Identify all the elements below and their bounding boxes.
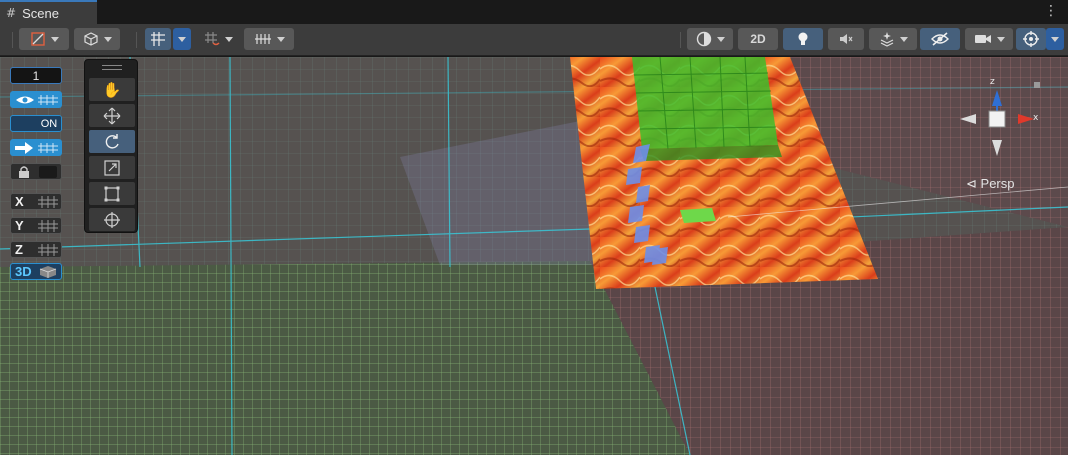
effects-dropdown[interactable] — [869, 28, 917, 50]
grid-size-field[interactable]: 1 — [10, 67, 62, 84]
chevron-down-icon — [50, 36, 59, 42]
more-options-icon[interactable]: ⋮ — [1044, 3, 1058, 19]
gizmos-dropdown[interactable] — [1046, 28, 1064, 50]
persp-text: Persp — [980, 176, 1015, 191]
scene-viewport[interactable]: 1 ON X Y Z 3D ✋ z x ⊲ Persp — [0, 57, 1068, 455]
axis-x-label: X — [15, 194, 24, 209]
grid-snap-toggle[interactable] — [145, 28, 171, 50]
scene-object-dropdown[interactable] — [74, 28, 120, 50]
camera-dropdown[interactable] — [965, 28, 1013, 50]
gizmo-icon — [1023, 31, 1039, 47]
audio-mute-icon — [840, 34, 853, 44]
projection-label[interactable]: ⊲ Persp — [966, 176, 1015, 192]
cube-icon — [83, 32, 98, 46]
toolbar-divider — [136, 32, 137, 48]
3d-mode-toggle[interactable]: 3D — [10, 263, 62, 280]
3d-label: 3D — [15, 264, 32, 279]
transform-tool[interactable] — [89, 208, 135, 231]
toolbar-divider — [12, 32, 13, 48]
neg-x-cone — [960, 114, 976, 124]
chevron-down-icon — [224, 36, 233, 42]
axis-y-toggle[interactable]: Y — [10, 217, 62, 234]
increment-snap-icon — [204, 32, 220, 46]
eye-grid-icon — [16, 94, 58, 105]
visibility-toggle[interactable] — [920, 28, 960, 50]
lightbulb-icon — [798, 32, 808, 45]
transform-icon — [104, 211, 120, 228]
on-label: ON — [37, 116, 61, 131]
chevron-down-icon — [276, 36, 285, 42]
shading-sphere-icon — [696, 31, 711, 47]
hand-tool[interactable]: ✋ — [89, 78, 135, 101]
rect-tool[interactable] — [89, 182, 135, 205]
arrow-grid-icon — [15, 141, 58, 154]
cube-grid-icon — [39, 265, 57, 278]
snap-on-toggle[interactable]: ON — [10, 115, 62, 132]
hand-icon: ✋ — [102, 80, 122, 99]
lock-icon — [19, 165, 57, 178]
z-axis-cone — [992, 90, 1002, 106]
grid-snap-icon — [151, 32, 165, 46]
grid-icon — [38, 243, 58, 256]
drag-handle[interactable] — [102, 65, 122, 70]
2d-label: 2D — [750, 32, 766, 46]
scale-icon — [104, 159, 120, 176]
grid-visibility-toggle[interactable] — [10, 91, 62, 108]
camera-icon — [974, 35, 991, 43]
neg-z-cube — [1034, 82, 1040, 88]
tab-scene[interactable]: # Scene — [0, 0, 97, 24]
rotate-icon — [105, 133, 119, 149]
scene-toolbar: 2D — [0, 24, 1068, 56]
toolbar-divider — [680, 32, 681, 48]
scene-render — [0, 57, 1068, 455]
x-axis-cone — [1018, 114, 1034, 124]
hash-icon: # — [6, 6, 17, 20]
rotate-tool[interactable] — [89, 130, 135, 153]
scale-tool[interactable] — [89, 156, 135, 179]
gizmo-z-label: z — [990, 77, 995, 87]
gizmo-x-label: x — [1033, 113, 1039, 123]
tools-panel: ✋ — [84, 59, 138, 233]
grid-icon — [38, 195, 58, 208]
lighting-toggle[interactable] — [783, 28, 823, 50]
chevron-down-icon — [103, 36, 112, 42]
axis-x-toggle[interactable]: X — [10, 193, 62, 210]
grid-ruler-dropdown[interactable] — [244, 28, 294, 50]
neg-y-cone — [992, 140, 1002, 156]
persp-arrow-icon: ⊲ — [966, 176, 977, 191]
grid-lock-toggle[interactable] — [10, 163, 62, 180]
tab-bar: # Scene ⋮ — [0, 0, 1068, 24]
chevron-down-icon — [716, 36, 725, 42]
grid-move-toggle[interactable] — [10, 139, 62, 156]
grid-icon — [38, 219, 58, 232]
rect-transform-icon — [104, 186, 120, 201]
axis-z-toggle[interactable]: Z — [10, 241, 62, 258]
chevron-down-icon — [1051, 36, 1059, 42]
hidden-eye-icon — [931, 32, 949, 46]
move-arrows-icon — [103, 107, 121, 124]
grid-size-value: 1 — [32, 68, 40, 83]
audio-toggle[interactable] — [828, 28, 864, 50]
increment-snap-dropdown[interactable] — [197, 28, 239, 50]
draw-mode-dropdown[interactable] — [19, 28, 69, 50]
chevron-down-icon — [996, 36, 1005, 42]
2d-toggle[interactable]: 2D — [738, 28, 778, 50]
axis-y-label: Y — [15, 218, 24, 233]
axis-z-label: Z — [15, 242, 23, 257]
ruler-icon — [254, 34, 271, 44]
shading-mode-dropdown[interactable] — [687, 28, 733, 50]
draw-mode-icon — [30, 32, 45, 46]
grid-snap-dropdown[interactable] — [173, 28, 191, 50]
effects-icon — [880, 32, 893, 47]
tab-title: Scene — [22, 5, 59, 21]
gizmo-center-cube — [988, 110, 1006, 128]
chevron-down-icon — [899, 36, 908, 42]
gizmos-toggle[interactable] — [1016, 28, 1046, 50]
chevron-down-icon — [178, 36, 186, 42]
move-tool[interactable] — [89, 104, 135, 127]
